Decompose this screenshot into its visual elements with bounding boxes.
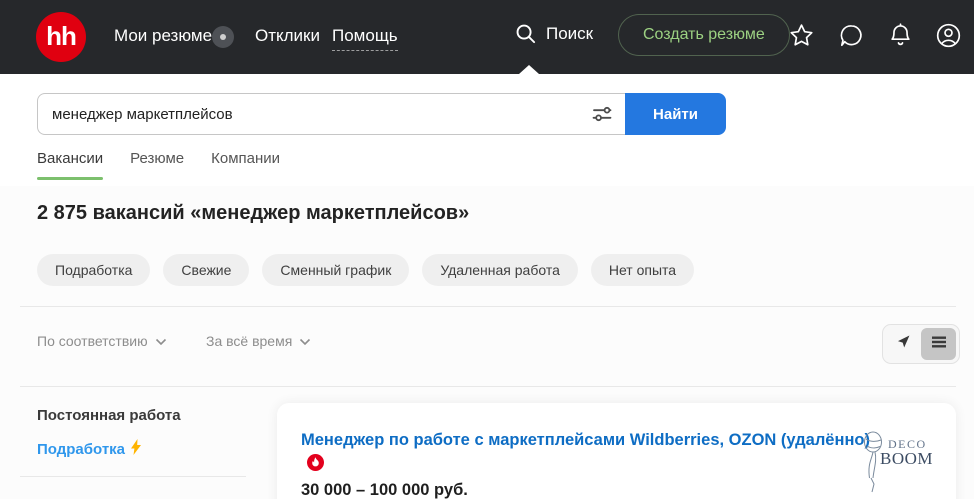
hh-search-page: hh Мои резюме Отклики Помощь Поиск Созда… bbox=[0, 0, 974, 499]
vacancy-title-link[interactable]: Менеджер по работе с маркетплейсами Wild… bbox=[301, 429, 876, 475]
map-view-button[interactable] bbox=[886, 328, 921, 360]
sidebar-item-permanent-work[interactable]: Постоянная работа bbox=[37, 407, 181, 424]
notifications-bell-icon[interactable] bbox=[887, 22, 914, 49]
my-resumes-badge[interactable] bbox=[212, 26, 234, 48]
chip-fresh[interactable]: Свежие bbox=[163, 254, 249, 286]
top-search-label: Поиск bbox=[546, 24, 593, 44]
vacancy-title-text: Менеджер по работе с маркетплейсами Wild… bbox=[301, 431, 870, 449]
results-area: 2 875 вакансий «менеджер маркетплейсов» … bbox=[0, 186, 974, 499]
sort-by-dropdown[interactable]: По соответствию bbox=[37, 333, 167, 349]
find-button[interactable]: Найти bbox=[625, 93, 726, 135]
hot-vacancy-fire-icon bbox=[307, 454, 324, 471]
search-query-input[interactable] bbox=[37, 93, 625, 135]
divider bbox=[20, 386, 956, 387]
sort-by-label: По соответствию bbox=[37, 333, 148, 349]
period-dropdown[interactable]: За всё время bbox=[206, 333, 311, 349]
top-navigation-bar: hh Мои резюме Отклики Помощь Поиск Созда… bbox=[0, 0, 974, 74]
search-tabs: Вакансии Резюме Компании bbox=[37, 150, 280, 177]
search-icon bbox=[514, 22, 537, 45]
quick-filter-chips: Подработка Свежие Сменный график Удаленн… bbox=[37, 254, 694, 286]
messages-chat-icon[interactable] bbox=[838, 22, 865, 49]
list-icon bbox=[931, 335, 947, 354]
nav-my-resumes[interactable]: Мои резюме bbox=[114, 26, 212, 46]
sidebar-item-part-time[interactable]: Подработка bbox=[37, 439, 142, 459]
vacancy-salary: 30 000 – 100 000 руб. bbox=[301, 481, 932, 499]
map-cursor-icon bbox=[895, 333, 912, 355]
chip-part-time[interactable]: Подработка bbox=[37, 254, 150, 286]
nav-responses[interactable]: Отклики bbox=[255, 26, 320, 46]
hh-logo[interactable]: hh bbox=[36, 12, 86, 62]
chip-shift-schedule[interactable]: Сменный график bbox=[262, 254, 409, 286]
chevron-down-icon bbox=[299, 333, 311, 349]
view-mode-toggle bbox=[882, 324, 960, 364]
search-field-wrap bbox=[37, 93, 625, 135]
period-label: За всё время bbox=[206, 333, 292, 349]
part-time-label: Подработка bbox=[37, 441, 125, 458]
create-resume-button[interactable]: Создать резюме bbox=[618, 14, 790, 56]
company-logo[interactable]: DECO BOOM bbox=[862, 429, 936, 493]
divider bbox=[20, 306, 956, 307]
profile-icon[interactable] bbox=[935, 22, 962, 49]
lightning-bolt-icon bbox=[130, 439, 142, 459]
vacancy-card[interactable]: Менеджер по работе с маркетплейсами Wild… bbox=[277, 403, 956, 499]
advanced-filters-icon[interactable] bbox=[590, 102, 614, 126]
nav-help[interactable]: Помощь bbox=[332, 26, 398, 51]
favorites-star-icon[interactable] bbox=[788, 22, 815, 49]
chip-no-experience[interactable]: Нет опыта bbox=[591, 254, 694, 286]
sidebar-divider bbox=[20, 476, 246, 477]
tab-companies[interactable]: Компании bbox=[211, 150, 280, 177]
search-panel: Найти Вакансии Резюме Компании bbox=[0, 74, 974, 186]
tab-vacancies[interactable]: Вакансии bbox=[37, 150, 103, 177]
search-panel-pointer bbox=[519, 65, 539, 74]
list-view-button[interactable] bbox=[921, 328, 956, 360]
chevron-down-icon bbox=[155, 333, 167, 349]
company-logo-text-bottom: BOOM bbox=[880, 449, 933, 469]
tab-resumes[interactable]: Резюме bbox=[130, 150, 184, 177]
chip-remote-work[interactable]: Удаленная работа bbox=[422, 254, 578, 286]
top-search-toggle[interactable]: Поиск bbox=[514, 22, 593, 45]
results-count-title: 2 875 вакансий «менеджер маркетплейсов» bbox=[37, 202, 469, 225]
